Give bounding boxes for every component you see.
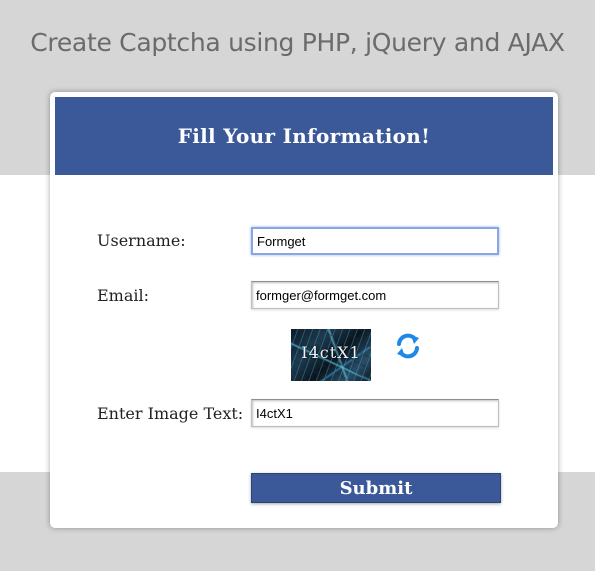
form-header: Fill Your Information! <box>55 97 553 175</box>
image-text-input[interactable] <box>251 399 499 427</box>
email-input[interactable] <box>251 281 499 309</box>
page-title: Create Captcha using PHP, jQuery and AJA… <box>30 28 565 57</box>
refresh-icon[interactable] <box>394 332 422 360</box>
email-label: Email: <box>97 286 150 305</box>
image-text-label: Enter Image Text: <box>97 404 244 423</box>
form-card: Fill Your Information! Username: Email: … <box>50 92 558 528</box>
submit-button[interactable]: Submit <box>251 473 501 503</box>
captcha-image: I4ctX1 <box>291 329 371 381</box>
captcha-image-text: I4ctX1 <box>301 343 361 362</box>
username-input[interactable] <box>251 227 499 255</box>
username-label: Username: <box>97 231 186 250</box>
